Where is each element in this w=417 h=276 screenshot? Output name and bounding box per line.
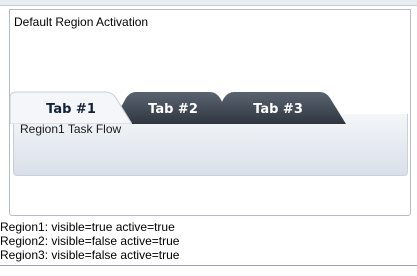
tab-2-label: Tab #2 bbox=[148, 101, 198, 117]
panel-title: Default Region Activation bbox=[14, 15, 149, 29]
region-content-text: Region1 Task Flow bbox=[20, 122, 122, 136]
region-panel: Default Region Activation Tab #1 Tab #2 bbox=[9, 9, 411, 216]
top-band bbox=[0, 0, 417, 6]
status-line-region3: Region3: visible=false active=true bbox=[0, 248, 180, 262]
tab-3-label: Tab #3 bbox=[253, 101, 303, 117]
status-line-region1: Region1: visible=true active=true bbox=[0, 220, 175, 234]
tab-1-label: Tab #1 bbox=[46, 101, 96, 117]
tab-1[interactable]: Tab #1 bbox=[10, 90, 132, 124]
bottom-divider bbox=[0, 265, 417, 266]
status-line-region2: Region2: visible=false active=true bbox=[0, 234, 180, 248]
